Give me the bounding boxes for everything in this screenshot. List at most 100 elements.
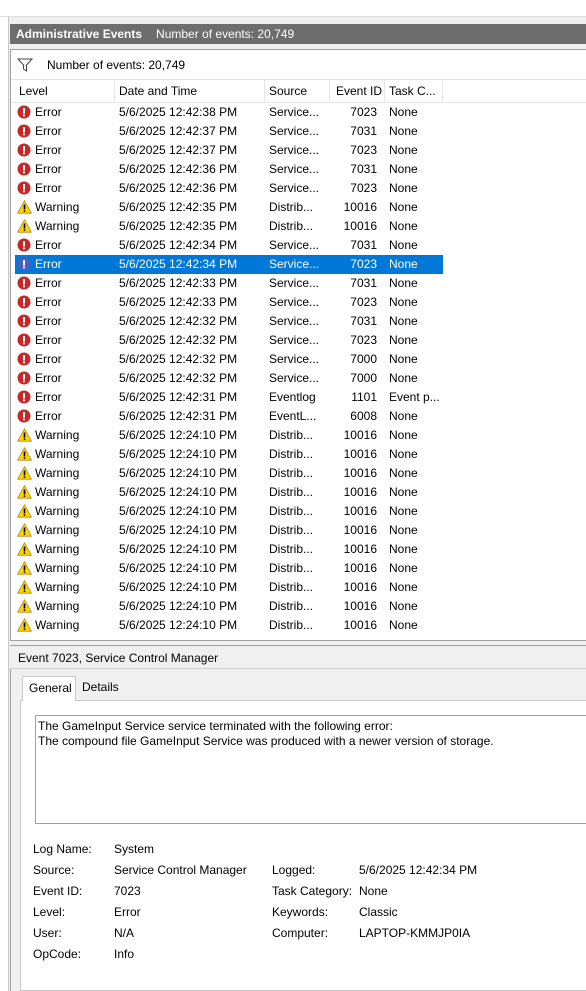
row-source: Service... (269, 124, 320, 138)
row-source: Service... (269, 314, 320, 328)
error-icon (17, 122, 33, 141)
row-date: 5/6/2025 12:24:10 PM (119, 580, 238, 594)
row-event-id: 10016 (343, 580, 377, 594)
table-row[interactable]: Warning 5/6/2025 12:24:10 PM Distrib... 100… (11, 578, 586, 597)
row-date: 5/6/2025 12:42:32 PM (119, 352, 238, 366)
table-row[interactable]: Error 5/6/2025 12:42:37 PM Service... 7031 N… (11, 122, 586, 141)
row-level: Warning (35, 466, 80, 480)
table-row[interactable]: Error 5/6/2025 12:42:38 PM Service... 7023 N… (11, 103, 586, 122)
row-level: Error (35, 143, 62, 157)
row-source: Distrib... (269, 447, 314, 461)
table-row[interactable]: Error 5/6/2025 12:42:34 PM Service... 7031 N… (11, 236, 586, 255)
error-icon (17, 388, 33, 407)
column-header-source[interactable]: Source (265, 80, 330, 102)
row-source: Service... (269, 238, 320, 252)
table-row[interactable]: Error 5/6/2025 12:42:32 PM Service... 7023 N… (11, 331, 586, 350)
table-row-selected[interactable]: Error 5/6/2025 12:42:34 PM Service... 7023 N… (11, 255, 586, 274)
row-source: Service... (269, 333, 320, 347)
row-task-category: None (389, 314, 418, 328)
row-task-category: None (389, 371, 418, 385)
table-row[interactable]: Warning 5/6/2025 12:24:10 PM Distrib... 100… (11, 483, 586, 502)
row-date: 5/6/2025 12:42:36 PM (119, 162, 238, 176)
error-icon (17, 160, 33, 179)
table-row[interactable]: Error 5/6/2025 12:42:37 PM Service... 7023 N… (11, 141, 586, 160)
row-date: 5/6/2025 12:42:36 PM (119, 181, 238, 195)
column-header-event-id[interactable]: Event ID (330, 80, 385, 102)
warning-icon (17, 540, 33, 559)
tab-general[interactable]: General (22, 676, 76, 701)
row-date: 5/6/2025 12:42:35 PM (119, 200, 238, 214)
tab-details[interactable]: Details (76, 676, 126, 699)
row-task-category: None (389, 485, 418, 499)
table-row[interactable]: Error 5/6/2025 12:42:32 PM Service... 7000 N… (11, 369, 586, 388)
row-source: Service... (269, 105, 320, 119)
table-row[interactable]: Warning 5/6/2025 12:24:10 PM Distrib... 100… (11, 464, 586, 483)
row-task-category: None (389, 504, 418, 518)
event-id-value: 7023 (114, 884, 141, 898)
row-date: 5/6/2025 12:24:10 PM (119, 466, 238, 480)
table-row[interactable]: Error 5/6/2025 12:42:32 PM Service... 7031 N… (11, 312, 586, 331)
table-row[interactable]: Warning 5/6/2025 12:24:10 PM Distrib... 100… (11, 597, 586, 616)
row-event-id: 10016 (343, 485, 377, 499)
error-icon (17, 407, 33, 426)
table-row[interactable]: Warning 5/6/2025 12:24:10 PM Distrib... 100… (11, 502, 586, 521)
event-list[interactable]: Number of events: 20,749 Level Date and … (10, 49, 586, 641)
row-date: 5/6/2025 12:24:10 PM (119, 523, 238, 537)
event-message-line: The GameInput Service service terminated… (38, 719, 393, 733)
row-task-category: None (389, 238, 418, 252)
row-level: Warning (35, 618, 80, 632)
user-value: N/A (114, 926, 135, 940)
row-level: Error (35, 314, 62, 328)
row-event-id: 7000 (350, 352, 377, 366)
level-label: Level: (33, 905, 66, 919)
row-date: 5/6/2025 12:42:33 PM (119, 276, 238, 290)
table-row[interactable]: Error 5/6/2025 12:42:32 PM Service... 7000 N… (11, 350, 586, 369)
row-source: Distrib... (269, 504, 314, 518)
computer-value: LAPTOP-KMMJP0IA (359, 926, 471, 940)
opcode-value: Info (114, 947, 135, 961)
error-icon (17, 103, 33, 122)
warning-icon (17, 502, 33, 521)
table-row[interactable]: Error 5/6/2025 12:42:31 PM EventL... 6008 No… (11, 407, 586, 426)
filter-icon[interactable] (17, 58, 33, 72)
row-event-id: 10016 (343, 599, 377, 613)
table-row[interactable]: Error 5/6/2025 12:42:36 PM Service... 7023 N… (11, 179, 586, 198)
warning-icon (17, 559, 33, 578)
row-event-id: 10016 (343, 561, 377, 575)
row-source: Service... (269, 257, 320, 271)
table-row[interactable]: Error 5/6/2025 12:42:33 PM Service... 7023 N… (11, 293, 586, 312)
warning-icon (17, 426, 33, 445)
logged-value: 5/6/2025 12:42:34 PM (359, 863, 478, 877)
row-task-category: None (389, 523, 418, 537)
panel-title: Administrative Events (16, 27, 143, 41)
row-task-category: Event p... (389, 390, 440, 404)
row-level: Error (35, 181, 62, 195)
column-header-task-category[interactable]: Task C... (385, 80, 443, 102)
table-row[interactable]: Warning 5/6/2025 12:24:10 PM Distrib... 100… (11, 426, 586, 445)
row-source: EventL... (269, 409, 317, 423)
window-top-edge (0, 0, 586, 17)
table-row[interactable]: Warning 5/6/2025 12:42:35 PM Distrib... 100… (11, 198, 586, 217)
row-date: 5/6/2025 12:24:10 PM (119, 428, 238, 442)
row-source: Distrib... (269, 523, 314, 537)
table-row[interactable]: Error 5/6/2025 12:42:31 PM Eventlog 1101 Eve… (11, 388, 586, 407)
table-row[interactable]: Warning 5/6/2025 12:24:10 PM Distrib... 100… (11, 521, 586, 540)
table-row[interactable]: Warning 5/6/2025 12:24:10 PM Distrib... 100… (11, 616, 586, 635)
error-icon (17, 350, 33, 369)
column-header-date[interactable]: Date and Time (115, 80, 265, 102)
table-row[interactable]: Warning 5/6/2025 12:24:10 PM Distrib... 100… (11, 559, 586, 578)
row-level: Error (35, 409, 62, 423)
table-row[interactable]: Error 5/6/2025 12:42:36 PM Service... 7031 N… (11, 160, 586, 179)
warning-icon (17, 616, 33, 635)
row-event-id: 10016 (343, 618, 377, 632)
column-header-level[interactable]: Level (15, 80, 115, 102)
table-row[interactable]: Warning 5/6/2025 12:42:35 PM Distrib... 100… (11, 217, 586, 236)
row-level: Error (35, 124, 62, 138)
row-level: Error (35, 371, 62, 385)
table-row[interactable]: Warning 5/6/2025 12:24:10 PM Distrib... 100… (11, 445, 586, 464)
row-level: Warning (35, 599, 80, 613)
row-source: Distrib... (269, 542, 314, 556)
table-row[interactable]: Warning 5/6/2025 12:24:10 PM Distrib... 100… (11, 540, 586, 559)
event-message[interactable]: The GameInput Service service terminated… (35, 715, 586, 824)
table-row[interactable]: Error 5/6/2025 12:42:33 PM Service... 7031 N… (11, 274, 586, 293)
